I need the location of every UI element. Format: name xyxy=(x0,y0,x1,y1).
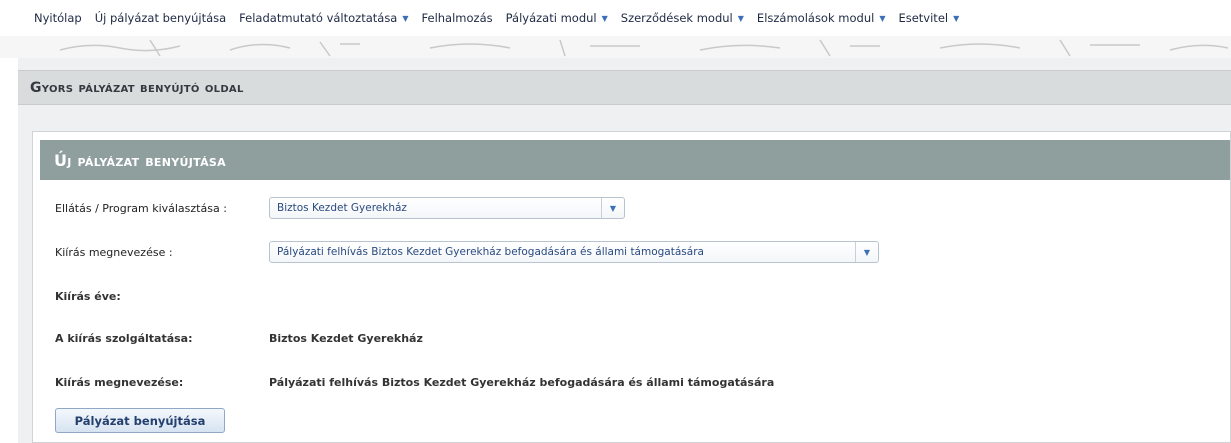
decorative-banner xyxy=(0,36,1231,58)
top-navigation: Nyitólap Új pályázat benyújtása Feladatm… xyxy=(0,0,1231,36)
chevron-down-icon: ▼ xyxy=(402,13,409,23)
program-select[interactable]: Biztos Kezdet Gyerekház ▼ xyxy=(269,197,625,219)
nav-item-label: Esetvitel xyxy=(898,11,949,25)
chevron-down-icon: ▼ xyxy=(879,13,886,23)
chevron-down-icon[interactable]: ▼ xyxy=(855,242,878,262)
szolgaltatas-label: A kiírás szolgáltatása: xyxy=(55,332,193,345)
nav-item-label: Feladatmutató változtatása xyxy=(239,11,398,25)
nav-item-label: Szerződések modul xyxy=(620,11,733,25)
megnevezes-value: Pályázati felhívás Biztos Kezdet Gyerekh… xyxy=(269,376,775,389)
chevron-down-icon: ▼ xyxy=(953,13,960,23)
chevron-down-icon: ▼ xyxy=(601,13,608,23)
nav-item-nyitolap[interactable]: Nyitólap xyxy=(34,11,82,25)
kiiras-select[interactable]: Pályázati felhívás Biztos Kezdet Gyerekh… xyxy=(269,241,879,263)
page-title: Gyors pályázat benyújtó oldal xyxy=(18,70,1231,105)
kiiras-label: Kiírás megnevezése : xyxy=(55,245,173,259)
chevron-down-icon[interactable]: ▼ xyxy=(601,198,624,218)
nav-item-uj-palyazat[interactable]: Új pályázat benyújtása xyxy=(95,11,226,25)
szolgaltatas-row: A kiírás szolgáltatása: Biztos Kezdet Gy… xyxy=(55,332,423,345)
nav-item-palyazati-modul[interactable]: Pályázati modul ▼ xyxy=(506,11,608,25)
ev-row: Kiírás éve: xyxy=(55,285,329,307)
ev-value xyxy=(269,285,329,307)
nav-item-label: Új pályázat benyújtása xyxy=(94,11,227,25)
panel-title: Új pályázat benyújtása xyxy=(40,140,1230,180)
program-row: Ellátás / Program kiválasztása : Biztos … xyxy=(55,197,625,219)
nav-item-label: Nyitólap xyxy=(34,11,82,25)
program-select-value: Biztos Kezdet Gyerekház xyxy=(277,202,407,214)
nav-item-label: Felhalmozás xyxy=(421,11,493,25)
kiiras-select-value: Pályázati felhívás Biztos Kezdet Gyerekh… xyxy=(277,246,704,258)
szolgaltatas-value: Biztos Kezdet Gyerekház xyxy=(269,332,423,345)
megnevezes-row: Kiírás megnevezése: Pályázati felhívás B… xyxy=(55,376,774,389)
nav-item-elszamolasok-modul[interactable]: Elszámolások modul ▼ xyxy=(757,11,886,25)
nav-item-felhalmozas[interactable]: Felhalmozás xyxy=(422,11,493,25)
nav-item-esetvitel[interactable]: Esetvitel ▼ xyxy=(898,11,959,25)
megnevezes-label: Kiírás megnevezése: xyxy=(55,376,184,389)
nav-item-feladatmutato[interactable]: Feladatmutató változtatása ▼ xyxy=(239,11,408,25)
nav-item-szerzodesek-modul[interactable]: Szerződések modul ▼ xyxy=(621,11,744,25)
page-content: Gyors pályázat benyújtó oldal Új pályáza… xyxy=(18,58,1231,443)
nav-item-label: Elszámolások modul xyxy=(756,11,875,25)
new-application-panel: Új pályázat benyújtása Ellátás / Program… xyxy=(32,131,1231,443)
banner-pattern xyxy=(59,39,1229,57)
program-label: Ellátás / Program kiválasztása : xyxy=(55,201,227,215)
nav-item-label: Pályázati modul xyxy=(505,11,597,25)
ev-label: Kiírás éve: xyxy=(55,289,121,303)
chevron-down-icon: ▼ xyxy=(737,13,744,23)
kiiras-row: Kiírás megnevezése : Pályázati felhívás … xyxy=(55,241,879,263)
submit-application-button[interactable]: Pályázat benyújtása xyxy=(55,408,225,433)
